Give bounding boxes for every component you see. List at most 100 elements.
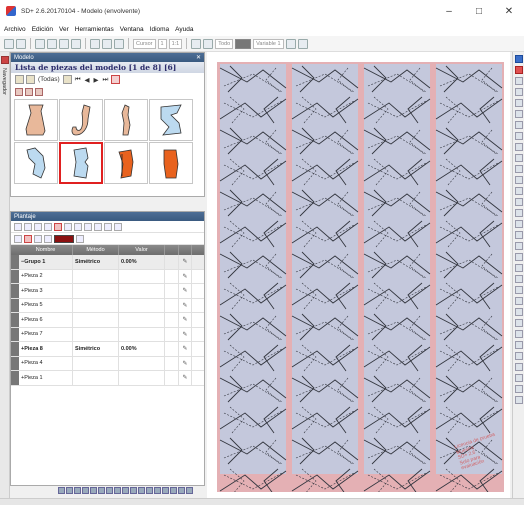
piece-row[interactable]: + Pieza 4 ✎ — [11, 356, 204, 371]
right-tool-icon[interactable] — [515, 187, 523, 195]
piece-list-icon[interactable] — [15, 75, 24, 84]
minimize-button[interactable]: – — [434, 0, 464, 22]
markers-icon[interactable] — [515, 66, 523, 74]
piece-thumbnail[interactable] — [14, 142, 58, 184]
bottom-tool-icon[interactable] — [170, 487, 177, 494]
move-up-icon[interactable] — [64, 222, 72, 231]
minus-icon[interactable] — [44, 234, 52, 243]
navigator-tab[interactable]: Navegador — [1, 68, 7, 95]
move-down-icon[interactable] — [74, 222, 82, 231]
menu-ver[interactable]: Ver — [59, 26, 69, 33]
piece-row[interactable]: + Pieza 3 ✎ — [11, 284, 204, 299]
circle-tool-icon[interactable] — [59, 38, 69, 49]
bottom-tool-icon[interactable] — [74, 487, 81, 494]
piece-thumbnail[interactable] — [104, 142, 148, 184]
menu-archivo[interactable]: Archivo — [4, 26, 26, 33]
piece-tool-1-icon[interactable] — [15, 87, 23, 96]
properties-icon[interactable] — [515, 55, 523, 63]
bottom-tool-icon[interactable] — [106, 487, 113, 494]
step-combo[interactable]: 1 — [157, 38, 167, 49]
right-tool-icon[interactable] — [515, 308, 523, 316]
edit-pencil-icon[interactable]: ✎ — [179, 371, 192, 385]
nest-icon[interactable] — [94, 222, 102, 231]
select-tool-icon[interactable] — [4, 38, 14, 49]
crosshair-icon[interactable] — [47, 38, 57, 49]
piece-row[interactable]: + Pieza 1 ✎ — [11, 371, 204, 386]
next-piece-button[interactable]: ▶ — [93, 76, 100, 84]
symmetric-icon[interactable] — [84, 222, 92, 231]
piece-thumbnail[interactable] — [104, 99, 148, 141]
column-header-method[interactable]: Método — [73, 245, 119, 255]
rectangle-tool-icon[interactable] — [71, 38, 81, 49]
plus-icon[interactable] — [34, 234, 42, 243]
new-group-icon[interactable] — [14, 222, 22, 231]
panel-close-icon[interactable]: ✕ — [196, 54, 201, 61]
bottom-tool-icon[interactable] — [66, 487, 73, 494]
piece-filter-icon[interactable] — [26, 75, 35, 84]
column-header-name[interactable]: Nombre — [19, 245, 73, 255]
variable-combo[interactable]: Variable 1 — [253, 38, 284, 49]
piece-row[interactable]: + Pieza 6 ✎ — [11, 313, 204, 328]
bottom-tool-icon[interactable] — [178, 487, 185, 494]
edit-pencil-icon[interactable]: ✎ — [179, 313, 192, 327]
piece-thumbnail[interactable] — [149, 99, 193, 141]
bottom-tool-icon[interactable] — [154, 487, 161, 494]
edit-pencil-icon[interactable]: ✎ — [179, 327, 192, 341]
edit-pencil-icon[interactable]: ✎ — [179, 255, 192, 269]
move-tool-icon[interactable] — [16, 38, 26, 49]
filter-select[interactable]: (Todas) — [37, 76, 61, 83]
last-piece-button[interactable]: ⏭ — [102, 76, 110, 84]
prev-piece-button[interactable]: ◀ — [84, 76, 91, 84]
close-button[interactable]: ✕ — [494, 0, 524, 22]
filter-dropdown-icon[interactable] — [62, 75, 72, 84]
bottom-tool-icon[interactable] — [98, 487, 105, 494]
right-tool-icon[interactable] — [515, 165, 523, 173]
export-icon[interactable] — [285, 38, 296, 49]
right-tool-icon[interactable] — [515, 242, 523, 250]
first-piece-button[interactable]: ⏮ — [74, 76, 82, 84]
bottom-tool-icon[interactable] — [146, 487, 153, 494]
right-tool-icon[interactable] — [515, 363, 523, 371]
maximize-button[interactable]: □ — [464, 0, 494, 22]
edit-pencil-icon[interactable]: ✎ — [179, 342, 192, 356]
bottom-tool-icon[interactable] — [130, 487, 137, 494]
right-tool-icon[interactable] — [515, 264, 523, 272]
marker-canvas-area[interactable]: Licencia de prueba Muestra SD+ 2.6 Solo … — [207, 52, 510, 498]
piece-row[interactable]: + Pieza 2 ✎ — [11, 269, 204, 284]
piece-tool-2-icon[interactable] — [25, 87, 33, 96]
right-tool-icon[interactable] — [515, 209, 523, 217]
piece-thumbnail[interactable] — [14, 99, 58, 141]
bottom-tool-icon[interactable] — [114, 487, 121, 494]
marker-canvas[interactable]: Licencia de prueba Muestra SD+ 2.6 Solo … — [217, 62, 504, 492]
print-icon[interactable] — [297, 38, 308, 49]
edit-group-icon[interactable] — [34, 222, 42, 231]
cut-icon[interactable] — [24, 234, 32, 243]
ruler-icon[interactable] — [14, 234, 22, 243]
right-tool-icon[interactable] — [515, 319, 523, 327]
right-tool-icon[interactable] — [515, 143, 523, 151]
bottom-tool-icon[interactable] — [138, 487, 145, 494]
bottom-tool-icon[interactable] — [162, 487, 169, 494]
add-point-icon[interactable] — [35, 38, 45, 49]
right-tool-icon[interactable] — [515, 198, 523, 206]
right-tool-icon[interactable] — [515, 121, 523, 129]
right-tool-icon[interactable] — [515, 220, 523, 228]
right-tool-icon[interactable] — [515, 231, 523, 239]
right-tool-icon[interactable] — [515, 297, 523, 305]
edit-pencil-icon[interactable]: ✎ — [179, 284, 192, 298]
chart-icon[interactable] — [104, 222, 112, 231]
copy-group-icon[interactable] — [44, 222, 52, 231]
settings-icon[interactable] — [114, 222, 122, 231]
model-dock-icon[interactable] — [1, 56, 9, 64]
view-combo[interactable]: Todo — [215, 38, 234, 49]
grid-icon[interactable] — [114, 38, 124, 49]
right-tool-icon[interactable] — [515, 110, 523, 118]
piece-tool-3-icon[interactable] — [35, 87, 43, 96]
right-tool-icon[interactable] — [515, 286, 523, 294]
right-tool-icon[interactable] — [515, 275, 523, 283]
menu-edicion[interactable]: Edición — [32, 26, 53, 33]
bottom-tool-icon[interactable] — [90, 487, 97, 494]
layers-icon[interactable] — [191, 38, 202, 49]
edit-pencil-icon[interactable]: ✎ — [179, 269, 192, 283]
menu-idioma[interactable]: Idioma — [150, 26, 170, 33]
